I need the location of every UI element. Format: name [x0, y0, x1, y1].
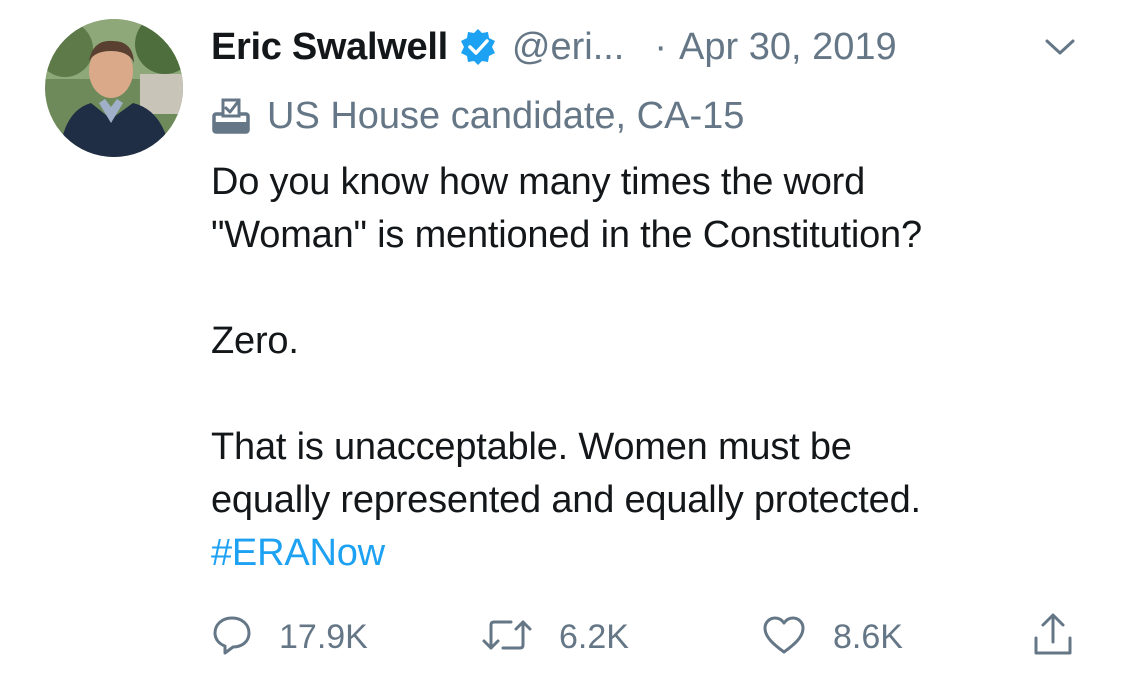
tweet-actions: 17.9K 6.2K 8.6K	[211, 612, 1091, 662]
tweet-card: Eric Swalwell @eri... · Apr 30, 2019 US …	[0, 0, 1125, 691]
retweet-icon	[481, 614, 533, 661]
hashtag-link[interactable]: #ERANow	[211, 532, 385, 574]
candidate-label-text: US House candidate, CA-15	[267, 94, 745, 137]
tweet-content: Eric Swalwell @eri... · Apr 30, 2019 US …	[211, 24, 1091, 580]
tweet-date[interactable]: Apr 30, 2019	[679, 26, 897, 69]
candidate-label: US House candidate, CA-15	[211, 94, 1091, 138]
heart-icon	[761, 614, 807, 661]
verified-badge-icon	[458, 27, 498, 67]
author-name[interactable]: Eric Swalwell	[211, 26, 448, 69]
share-button[interactable]	[1031, 612, 1075, 662]
reply-count: 17.9K	[279, 617, 368, 656]
tweet-line: equally represented and equally protecte…	[211, 479, 921, 521]
retweet-count: 6.2K	[559, 617, 629, 656]
like-button[interactable]: 8.6K	[761, 612, 903, 662]
retweet-button[interactable]: 6.2K	[481, 612, 629, 662]
share-icon	[1031, 612, 1075, 663]
author-handle[interactable]: @eri...	[512, 26, 624, 69]
ballot-box-icon	[211, 98, 251, 134]
tweet-line: "Woman" is mentioned in the Constitution…	[211, 214, 922, 256]
tweet-text: Do you know how many times the word "Wom…	[211, 156, 1091, 580]
like-count: 8.6K	[833, 617, 903, 656]
tweet-line: Do you know how many times the word	[211, 161, 866, 203]
separator-dot: ·	[654, 25, 668, 68]
reply-icon	[211, 614, 253, 661]
tweet-line: That is unacceptable. Women must be	[211, 426, 852, 468]
tweet-header: Eric Swalwell @eri... · Apr 30, 2019	[211, 24, 1091, 70]
avatar[interactable]	[45, 19, 183, 157]
tweet-line: Zero.	[211, 320, 299, 362]
chevron-down-icon[interactable]	[1043, 34, 1077, 60]
reply-button[interactable]: 17.9K	[211, 612, 368, 662]
